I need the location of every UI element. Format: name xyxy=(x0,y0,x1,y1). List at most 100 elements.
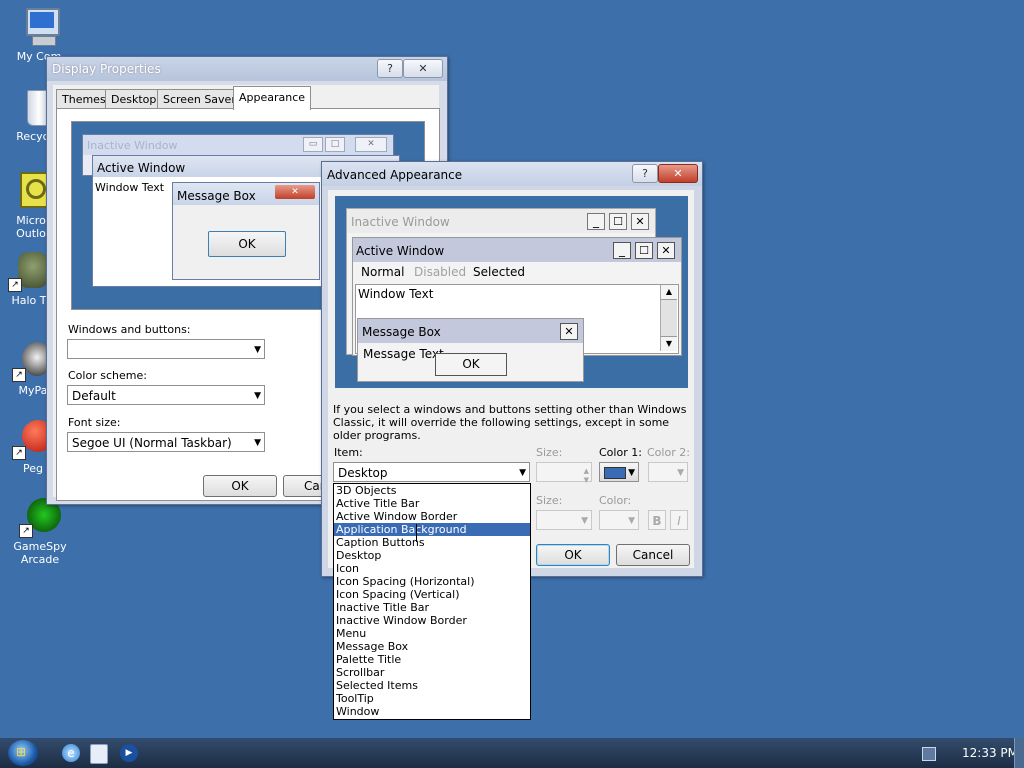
item-option[interactable]: Inactive Title Bar xyxy=(334,601,530,614)
shortcut-arrow-icon: ↗ xyxy=(12,368,26,382)
dropdown-arrow-icon: ▼ xyxy=(254,345,261,355)
item-value: Desktop xyxy=(338,466,388,480)
close-icon: ✕ xyxy=(560,323,578,340)
show-desktop-button[interactable] xyxy=(1014,738,1024,768)
tab-themes[interactable]: Themes xyxy=(56,89,112,109)
item-option[interactable]: Application Background xyxy=(334,523,530,536)
color-scheme-value: Default xyxy=(72,389,116,403)
adv-window-text: Window Text xyxy=(358,287,434,301)
display-properties-titlebar[interactable]: Display Properties ? ✕ xyxy=(47,57,447,81)
scroll-down-icon: ▼ xyxy=(661,336,677,351)
adv-message-text: Message Text xyxy=(363,347,444,361)
item-dropdown-list[interactable]: 3D Objects Active Title Bar Active Window … xyxy=(333,483,531,720)
item-select[interactable]: Desktop ▼ xyxy=(333,462,530,482)
shortcut-arrow-icon: ↗ xyxy=(19,524,33,538)
preview-message-title: Message Box xyxy=(177,189,256,203)
dropdown-arrow-icon: ▼ xyxy=(628,516,635,526)
font-size-label: Font size: xyxy=(68,416,121,429)
preview-ok-button: OK xyxy=(208,231,286,257)
item-option[interactable]: Palette Title xyxy=(334,653,530,666)
dropdown-arrow-icon: ▼ xyxy=(254,438,261,448)
color2-button[interactable]: ▼ xyxy=(648,462,688,482)
color-scheme-select[interactable]: Default ▼ xyxy=(67,385,265,405)
tab-appearance[interactable]: Appearance xyxy=(233,86,312,110)
color1-button[interactable]: ▼ xyxy=(599,462,639,482)
display-ok-button[interactable]: OK xyxy=(203,475,277,497)
tab-screen-saver[interactable]: Screen Saver xyxy=(157,89,242,109)
item-option[interactable]: Menu xyxy=(334,627,530,640)
close-icon: ✕ xyxy=(631,213,649,230)
windows-logo-icon: ⊞ xyxy=(16,745,27,759)
file-explorer-icon[interactable] xyxy=(90,744,108,764)
preview-window-text: Window Text xyxy=(95,181,165,194)
font-size-combo[interactable]: ▼ xyxy=(536,510,592,530)
adv-preview-ok-button: OK xyxy=(435,353,507,376)
item-option[interactable]: Inactive Window Border xyxy=(334,614,530,627)
color1-swatch xyxy=(604,467,626,479)
media-player-icon[interactable]: ▶ xyxy=(120,744,138,762)
size-spinner[interactable]: ▲ ▼ xyxy=(536,462,592,484)
advanced-ok-button[interactable]: OK xyxy=(536,544,610,566)
close-button[interactable]: ✕ xyxy=(658,164,698,183)
item-option[interactable]: Scrollbar xyxy=(334,666,530,679)
color1-label: Color 1: xyxy=(599,446,642,459)
close-icon: ✕ xyxy=(657,242,675,259)
window-title: Display Properties xyxy=(52,62,161,76)
shortcut-arrow-icon: ↗ xyxy=(12,446,26,460)
desktop-icon-label: Peg xyxy=(23,462,43,475)
text-cursor-icon xyxy=(416,524,425,542)
preview-message-box: Message Box ✕ OK xyxy=(172,182,320,280)
shortcut-arrow-icon: ↗ xyxy=(8,278,22,292)
scroll-up-icon: ▲ xyxy=(661,285,677,300)
close-icon: ✕ xyxy=(355,137,387,152)
item-option[interactable]: Message Box xyxy=(334,640,530,653)
dropdown-arrow-icon: ▼ xyxy=(581,516,588,526)
dropdown-arrow-icon: ▼ xyxy=(628,468,635,478)
color2-label: Color 2: xyxy=(647,446,690,459)
start-button[interactable]: ⊞ xyxy=(8,740,38,766)
taskbar: ⊞ e ▶ 12:33 PM xyxy=(0,738,1024,768)
adv-active-title: Active Window xyxy=(356,244,445,258)
desktop-icon-gamespy[interactable]: ↗ GameSpy Arcade xyxy=(1,496,79,566)
spin-down-icon: ▼ xyxy=(583,476,589,484)
item-option[interactable]: Icon xyxy=(334,562,530,575)
close-button[interactable]: ✕ xyxy=(403,59,443,78)
item-option[interactable]: Selected Items xyxy=(334,679,530,692)
computer-icon xyxy=(18,6,60,48)
advanced-appearance-titlebar[interactable]: Advanced Appearance ? ✕ xyxy=(322,162,702,186)
font-color-button[interactable]: ▼ xyxy=(599,510,639,530)
item-option[interactable]: Active Title Bar xyxy=(334,497,530,510)
help-button[interactable]: ? xyxy=(377,59,403,78)
item-option[interactable]: Caption Buttons xyxy=(334,536,530,549)
desktop-icon-my-computer[interactable]: My Com xyxy=(0,6,78,63)
adv-inactive-title: Inactive Window xyxy=(351,215,450,229)
maximize-icon: ☐ xyxy=(635,242,653,259)
item-option[interactable]: ToolTip xyxy=(334,692,530,705)
halo-icon: ↗ xyxy=(8,250,50,292)
item-option[interactable]: 3D Objects xyxy=(334,484,530,497)
item-option[interactable]: Window xyxy=(334,705,530,718)
windows-buttons-select[interactable]: ▼ xyxy=(67,339,265,359)
advanced-cancel-button[interactable]: Cancel xyxy=(616,544,690,566)
item-option[interactable]: Active Window Border xyxy=(334,510,530,523)
bold-button[interactable]: B xyxy=(648,510,666,530)
close-icon: ✕ xyxy=(418,62,428,75)
preview-scrollbar: ▲ ▼ xyxy=(660,285,677,351)
clock[interactable]: 12:33 PM xyxy=(962,746,1018,760)
item-option[interactable]: Icon Spacing (Vertical) xyxy=(334,588,530,601)
size-label: Size: xyxy=(536,446,563,459)
italic-button[interactable]: I xyxy=(670,510,688,530)
dropdown-arrow-icon: ▼ xyxy=(519,468,526,478)
menu-selected: Selected xyxy=(473,265,526,279)
help-button[interactable]: ? xyxy=(632,164,658,183)
font-size-select[interactable]: Segoe UI (Normal Taskbar) ▼ xyxy=(67,432,265,452)
tab-desktop[interactable]: Desktop xyxy=(105,89,163,109)
internet-explorer-icon[interactable]: e xyxy=(62,744,80,762)
window-title: Advanced Appearance xyxy=(327,168,463,182)
windows-buttons-label: Windows and buttons: xyxy=(68,323,191,336)
item-option[interactable]: Desktop xyxy=(334,549,530,562)
network-tray-icon[interactable] xyxy=(922,747,936,761)
minimize-icon: ▭ xyxy=(303,137,323,152)
close-icon: ✕ xyxy=(673,167,683,180)
item-option[interactable]: Icon Spacing (Horizontal) xyxy=(334,575,530,588)
